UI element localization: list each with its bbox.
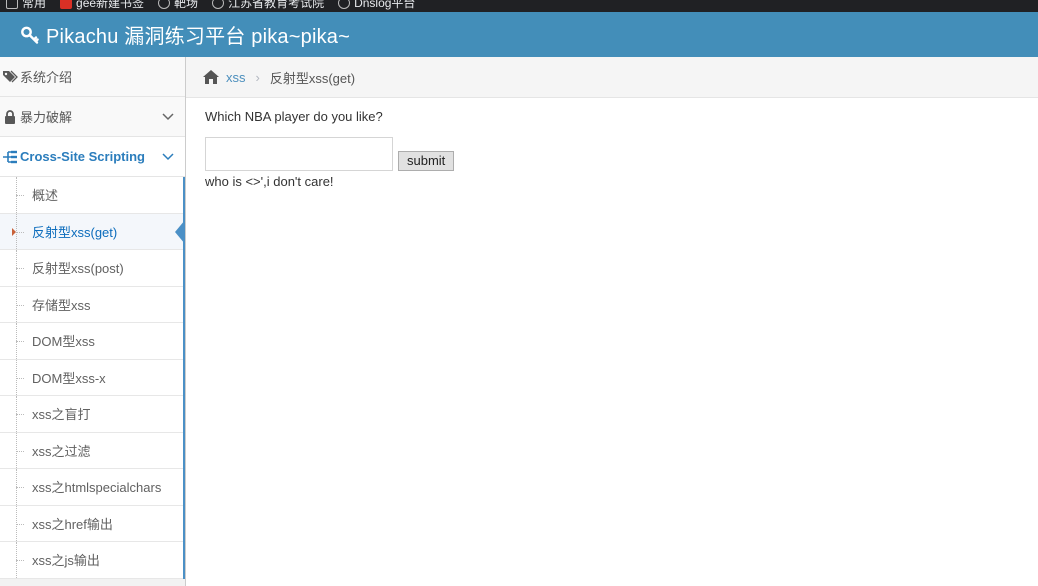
tree-icon (2, 149, 18, 165)
sidebar-item-label: 暴力破解 (20, 110, 73, 125)
submenu-item-blind[interactable]: xss之盲打 (0, 396, 183, 433)
player-name-input[interactable] (205, 137, 393, 171)
main-content: xss › 反射型xss(get) Which NBA player do yo… (186, 57, 1038, 586)
bookmark-item[interactable]: 江苏省教育考试院 (212, 0, 324, 11)
form-row: submit (205, 137, 1038, 171)
question-text: Which NBA player do you like? (205, 109, 383, 124)
submenu-item-stored[interactable]: 存储型xss (0, 286, 183, 323)
submenu-item-overview[interactable]: 概述 (0, 177, 183, 214)
csdn-icon (60, 0, 73, 9)
submenu-item-dom-x[interactable]: DOM型xss-x (0, 359, 183, 396)
brand-title[interactable]: Pikachu 漏洞练习平台 pika~pika~ (46, 20, 350, 49)
sidebar-item-bruteforce[interactable]: 暴力破解 (0, 97, 185, 137)
key-icon (20, 25, 40, 45)
sidebar-item-label: Cross-Site Scripting (20, 149, 145, 164)
sidebar-item-label: 系统介绍 (20, 70, 73, 85)
bookmarks-bar: 常用 gee新建书签 靶场 江苏省教育考试院 Dnslog平台 (0, 0, 1038, 12)
sidebar-item-intro[interactable]: 系统介绍 (0, 57, 185, 97)
bookmark-item[interactable]: 靶场 (158, 0, 198, 11)
submenu-item-htmlspecialchars[interactable]: xss之htmlspecialchars (0, 469, 183, 506)
globe-icon (212, 0, 225, 9)
caret-right-icon (12, 227, 16, 236)
submenu-item-reflected-get[interactable]: 反射型xss(get) (0, 213, 185, 250)
xss-submenu: 概述 反射型xss(get) 反射型xss(post) 存储型xss DOM型x… (0, 177, 185, 579)
xss-form-area: Which NBA player do you like? submit who… (186, 98, 1038, 189)
globe-icon (338, 0, 351, 9)
active-indicator-arrow (175, 219, 185, 244)
lock-icon (2, 109, 18, 125)
submit-button[interactable]: submit (398, 151, 455, 171)
globe-icon (158, 0, 171, 9)
submenu-item-dom[interactable]: DOM型xss (0, 323, 183, 360)
breadcrumb-separator: › (255, 69, 260, 85)
chevron-down-icon (161, 149, 175, 163)
submenu-item-reflected-post[interactable]: 反射型xss(post) (0, 250, 183, 287)
submenu-item-filter[interactable]: xss之过滤 (0, 432, 183, 469)
folder-icon (6, 0, 18, 9)
bookmark-item[interactable]: Dnslog平台 (338, 0, 415, 11)
result-message: who is <>',i don't care! (205, 174, 334, 189)
bookmark-item[interactable]: gee新建书签 (60, 0, 144, 11)
home-icon[interactable] (202, 69, 220, 85)
breadcrumb: xss › 反射型xss(get) (186, 57, 1038, 98)
sidebar-item-xss[interactable]: Cross-Site Scripting (0, 137, 185, 177)
tags-icon (2, 69, 18, 85)
navbar: Pikachu 漏洞练习平台 pika~pika~ (0, 12, 1038, 57)
chevron-down-icon (161, 109, 175, 123)
breadcrumb-link-xss[interactable]: xss (226, 70, 246, 85)
submenu-item-js[interactable]: xss之js输出 (0, 542, 183, 579)
breadcrumb-current: 反射型xss(get) (269, 70, 356, 86)
sidebar: 系统介绍 暴力破解 Cross-Site Scripting 概述 反射型xss… (0, 57, 186, 586)
bookmark-item[interactable]: 常用 (6, 0, 46, 11)
submenu-item-href[interactable]: xss之href输出 (0, 505, 183, 542)
